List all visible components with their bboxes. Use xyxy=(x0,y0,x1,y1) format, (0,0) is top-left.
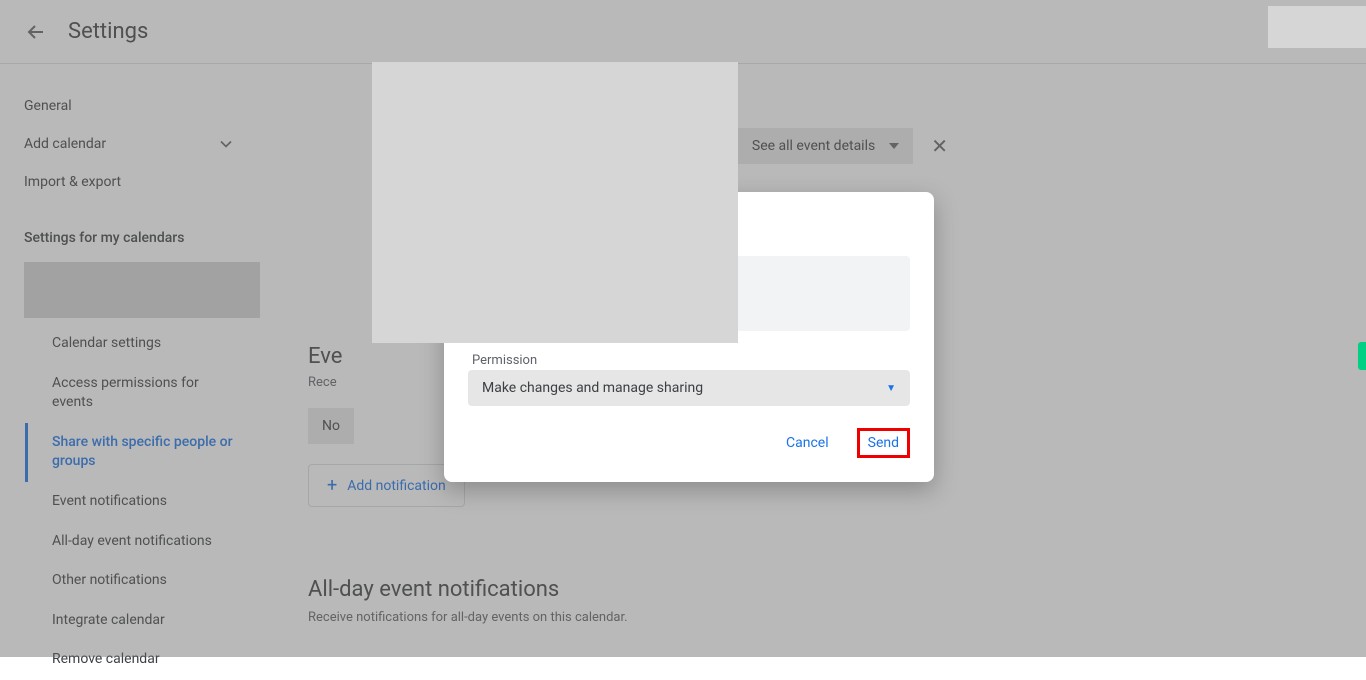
allday-title: All-day event notifications xyxy=(308,577,1318,602)
permission-label: Permission xyxy=(468,353,910,368)
add-notification-button[interactable]: + Add notification xyxy=(308,464,465,507)
redacted-block-topright xyxy=(1268,6,1366,48)
page-title: Settings xyxy=(68,19,148,44)
sidebar-label: Add calendar xyxy=(24,136,106,152)
dropdown-arrow-icon xyxy=(889,143,899,149)
sidebar-item-import-export[interactable]: Import & export xyxy=(0,164,260,200)
close-icon[interactable]: ✕ xyxy=(931,134,948,158)
sidebar-label: General xyxy=(24,98,72,114)
subnav-event-notifications[interactable]: Event notifications xyxy=(25,482,260,522)
subnav-share-specific[interactable]: Share with specific people or groups xyxy=(25,423,260,482)
sidebar-subnav: Calendar settings Access permissions for… xyxy=(24,324,260,680)
feedback-tab[interactable] xyxy=(1358,342,1366,370)
subnav-integrate-calendar[interactable]: Integrate calendar xyxy=(25,601,260,641)
cancel-button[interactable]: Cancel xyxy=(778,429,837,457)
redacted-calendar-name xyxy=(24,262,260,318)
subnav-calendar-settings[interactable]: Calendar settings xyxy=(25,324,260,364)
dropdown-label: See all event details xyxy=(752,138,875,154)
back-arrow-icon[interactable] xyxy=(24,20,48,44)
redacted-block xyxy=(372,62,738,343)
app-header: Settings xyxy=(0,0,1366,64)
subnav-other-notifications[interactable]: Other notifications xyxy=(25,561,260,601)
permission-value: Make changes and manage sharing xyxy=(482,380,703,396)
dialog-actions: Cancel Send xyxy=(468,428,910,458)
subnav-remove-calendar[interactable]: Remove calendar xyxy=(25,640,260,680)
add-notif-label: Add notification xyxy=(347,478,446,494)
permission-select[interactable]: Make changes and manage sharing ▼ xyxy=(468,370,910,406)
subnav-all-day-notifications[interactable]: All-day event notifications xyxy=(25,522,260,562)
sidebar-item-general[interactable]: General xyxy=(0,88,260,124)
allday-subtitle: Receive notifications for all-day events… xyxy=(308,610,1318,625)
notif-chip[interactable]: No xyxy=(308,408,354,444)
visibility-dropdown[interactable]: See all event details xyxy=(738,128,913,164)
dropdown-arrow-icon: ▼ xyxy=(886,383,896,394)
sidebar: General Add calendar Import & export Set… xyxy=(0,64,260,657)
send-button[interactable]: Send xyxy=(857,428,910,458)
plus-icon: + xyxy=(327,475,337,496)
sidebar-item-add-calendar[interactable]: Add calendar xyxy=(0,124,260,164)
sidebar-label: Import & export xyxy=(24,174,121,190)
chevron-down-icon xyxy=(216,134,236,154)
subnav-access-permissions[interactable]: Access permissions for events xyxy=(25,364,260,423)
sidebar-section-heading: Settings for my calendars xyxy=(0,220,260,256)
